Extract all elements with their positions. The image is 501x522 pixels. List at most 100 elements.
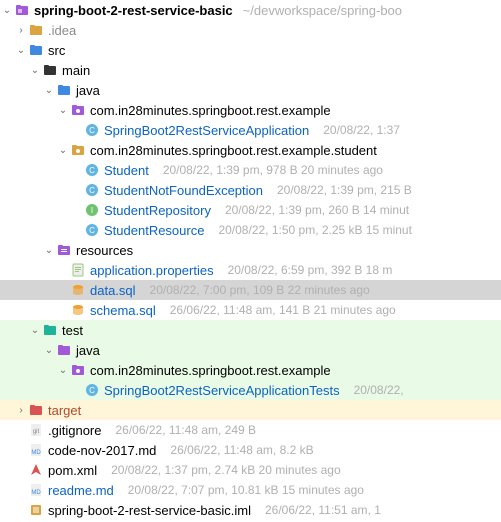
chevron-down-icon[interactable]: ⌄ [28,65,42,76]
tree-row-target[interactable]: › target [0,400,501,420]
gitignore-file-icon: git [28,422,44,438]
svg-text:I: I [91,206,93,215]
file-meta: 20/08/22, 1:39 pm, 260 B 14 minut [225,203,409,217]
tree-row-project-root[interactable]: ⌄ spring-boot-2-rest-service-basic ~/dev… [0,0,501,20]
tree-row-test-java[interactable]: ⌄ java [0,340,501,360]
svg-text:C: C [89,386,95,395]
package-label: com.in28minutes.springboot.rest.example [90,363,331,378]
tree-row-student-repo[interactable]: › I StudentRepository 20/08/22, 1:39 pm,… [0,200,501,220]
sql-file-icon [70,302,86,318]
folder-label: src [48,43,65,58]
sql-file-icon [70,282,86,298]
package-label: com.in28minutes.springboot.rest.example [90,103,331,118]
file-meta: 20/08/22, 6:59 pm, 392 B 18 m [228,263,393,277]
tree-row-test-class[interactable]: › C SpringBoot2RestServiceApplicationTes… [0,380,501,400]
file-meta: 26/06/22, 11:48 am, 141 B 21 minutes ago [170,303,396,317]
class-icon: C [84,162,100,178]
chevron-right-icon[interactable]: › [14,25,28,36]
tree-row-idea[interactable]: › .idea [0,20,501,40]
file-label: pom.xml [48,463,97,478]
class-label: SpringBoot2RestServiceApplication [104,123,309,138]
folder-label: resources [76,243,133,258]
tree-row-main[interactable]: ⌄ main [0,60,501,80]
file-meta: 26/06/22, 11:48 am, 8.2 kB [170,443,313,457]
class-icon: C [84,122,100,138]
package-icon [70,142,86,158]
interface-label: StudentRepository [104,203,211,218]
chevron-down-icon[interactable]: ⌄ [56,365,70,376]
tree-row-test[interactable]: ⌄ test [0,320,501,340]
svg-text:C: C [89,226,95,235]
chevron-down-icon[interactable]: ⌄ [42,345,56,356]
tree-row-resources[interactable]: ⌄ resources [0,240,501,260]
tree-row-iml[interactable]: › spring-boot-2-rest-service-basic.iml 2… [0,500,501,520]
class-icon: C [84,182,100,198]
file-meta: 20/08/22, 1:50 pm, 2.25 kB 15 minut [218,223,411,237]
tree-row-src[interactable]: ⌄ src [0,40,501,60]
folder-label: java [76,343,100,358]
file-label: application.properties [90,263,214,278]
folder-label: target [48,403,81,418]
project-folder-icon [14,2,30,18]
tree-row-codenov[interactable]: › MD code-nov-2017.md 26/06/22, 11:48 am… [0,440,501,460]
chevron-down-icon[interactable]: ⌄ [28,325,42,336]
excluded-folder-icon [28,402,44,418]
interface-icon: I [84,202,100,218]
tree-row-data-sql[interactable]: › data.sql 20/08/22, 7:00 pm, 109 B 22 m… [0,280,501,300]
tree-row-java-main[interactable]: ⌄ java [0,80,501,100]
tree-row-student[interactable]: › C Student 20/08/22, 1:39 pm, 978 B 20 … [0,160,501,180]
svg-text:C: C [89,126,95,135]
maven-file-icon [28,462,44,478]
file-meta: 20/08/22, 7:00 pm, 109 B 22 minutes ago [150,283,370,297]
tree-row-gitignore[interactable]: › git .gitignore 26/06/22, 11:48 am, 249… [0,420,501,440]
file-meta: 20/08/22, 1:39 pm, 215 B [277,183,412,197]
svg-text:C: C [89,166,95,175]
tree-row-app-class[interactable]: › C SpringBoot2RestServiceApplication 20… [0,120,501,140]
class-icon: C [84,382,100,398]
file-meta: 20/08/22, 1:37 [323,123,400,137]
svg-text:git: git [33,429,40,435]
tree-row-student-nfe[interactable]: › C StudentNotFoundException 20/08/22, 1… [0,180,501,200]
iml-file-icon [28,502,44,518]
markdown-file-icon: MD [28,442,44,458]
folder-label: test [62,323,83,338]
svg-text:C: C [89,186,95,195]
markdown-file-icon: MD [28,482,44,498]
folder-label: java [76,83,100,98]
chevron-down-icon[interactable]: ⌄ [0,5,14,16]
folder-icon [42,62,58,78]
folder-icon [28,22,44,38]
class-label: Student [104,163,149,178]
tree-row-app-properties[interactable]: › application.properties 20/08/22, 6:59 … [0,260,501,280]
source-folder-icon [56,342,72,358]
file-label: spring-boot-2-rest-service-basic.iml [48,503,251,518]
source-folder-icon [56,82,72,98]
file-meta: 20/08/22, 1:37 pm, 2.74 kB 20 minutes ag… [111,463,341,477]
chevron-down-icon[interactable]: ⌄ [42,85,56,96]
chevron-down-icon[interactable]: ⌄ [56,145,70,156]
tree-row-schema-sql[interactable]: › schema.sql 26/06/22, 11:48 am, 141 B 2… [0,300,501,320]
chevron-down-icon[interactable]: ⌄ [42,245,56,256]
package-icon [70,362,86,378]
class-label: SpringBoot2RestServiceApplicationTests [104,383,340,398]
file-label: .gitignore [48,423,101,438]
test-folder-icon [42,322,58,338]
tree-row-package-example[interactable]: ⌄ com.in28minutes.springboot.rest.exampl… [0,100,501,120]
class-label: StudentResource [104,223,204,238]
tree-row-package-student[interactable]: ⌄ com.in28minutes.springboot.rest.exampl… [0,140,501,160]
tree-row-student-resource[interactable]: › C StudentResource 20/08/22, 1:50 pm, 2… [0,220,501,240]
tree-row-test-package[interactable]: ⌄ com.in28minutes.springboot.rest.exampl… [0,360,501,380]
tree-row-pom[interactable]: › pom.xml 20/08/22, 1:37 pm, 2.74 kB 20 … [0,460,501,480]
chevron-down-icon[interactable]: ⌄ [14,45,28,56]
svg-text:MD: MD [31,490,41,496]
chevron-right-icon[interactable]: › [14,405,28,416]
file-meta: 26/06/22, 11:51 am, 1 [265,503,381,517]
class-icon: C [84,222,100,238]
package-label: com.in28minutes.springboot.rest.example.… [90,143,377,158]
file-label: code-nov-2017.md [48,443,156,458]
project-name: spring-boot-2-rest-service-basic [34,3,233,18]
folder-label: .idea [48,23,76,38]
project-path-hint: ~/devworkspace/spring-boo [243,3,402,18]
chevron-down-icon[interactable]: ⌄ [56,105,70,116]
tree-row-readme[interactable]: › MD readme.md 20/08/22, 7:07 pm, 10.81 … [0,480,501,500]
